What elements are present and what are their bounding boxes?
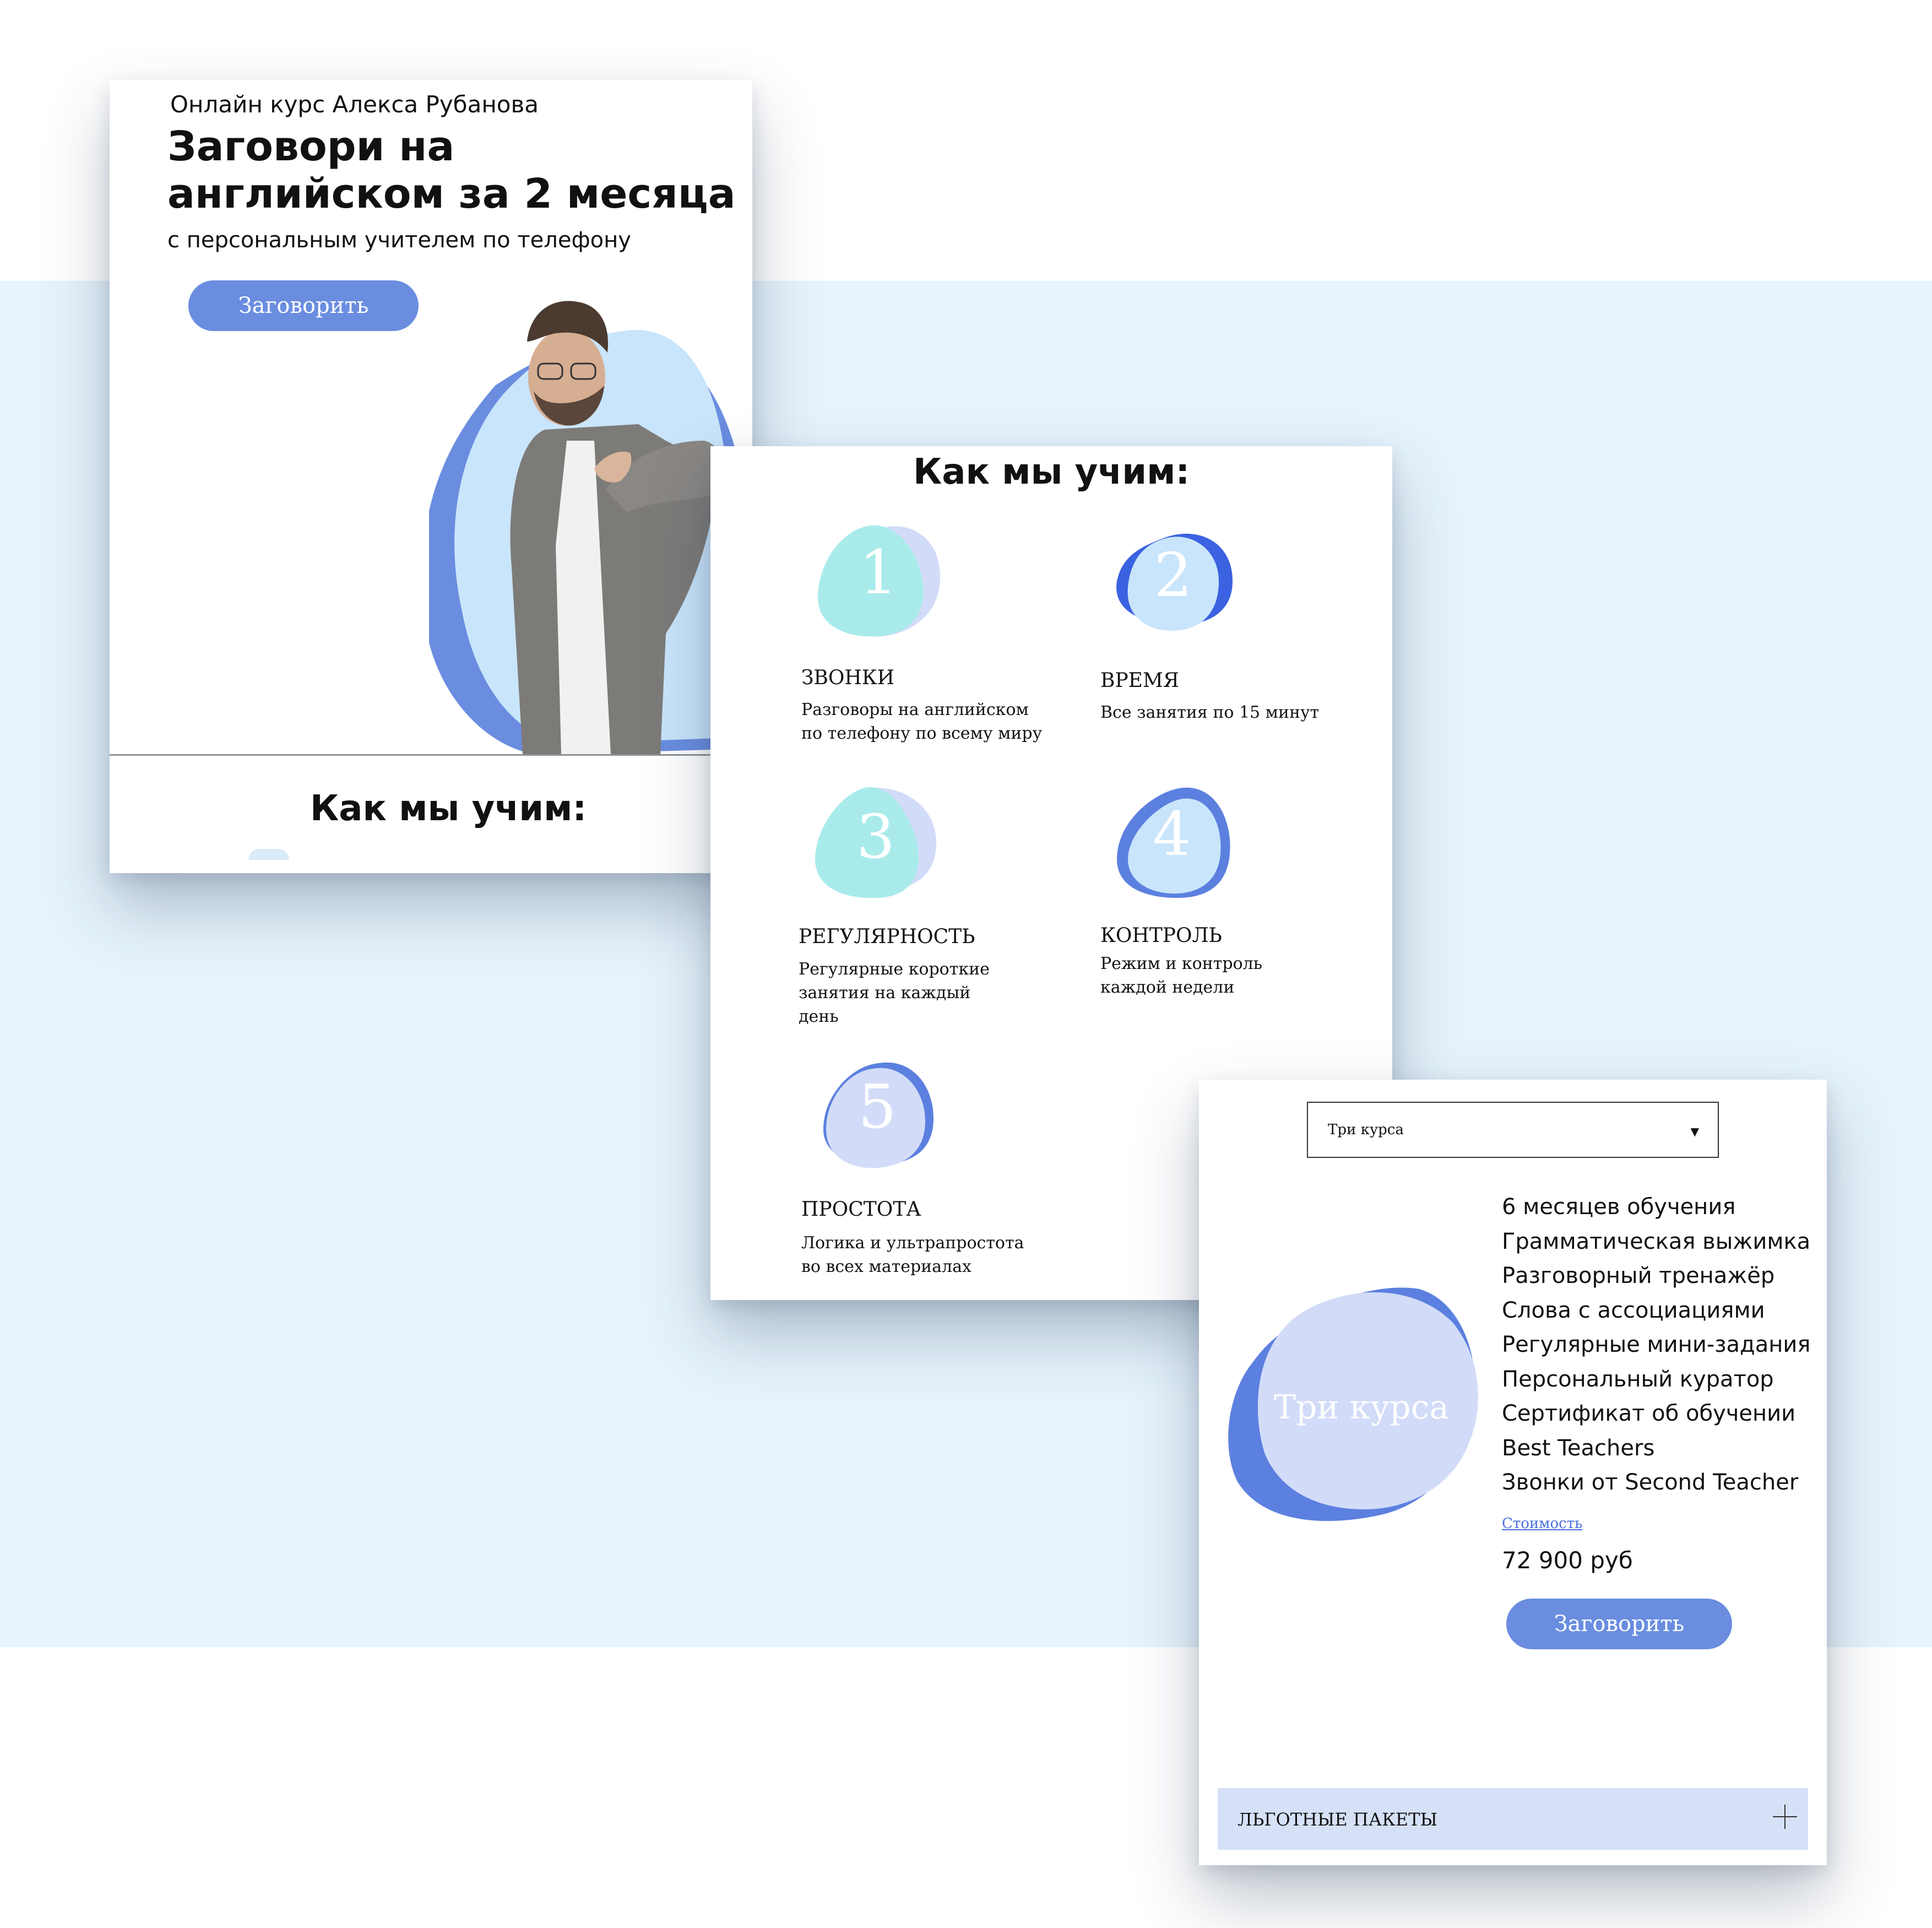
package-select-value: Три курса xyxy=(1328,1122,1404,1138)
feature-item: Разговорный тренажёр xyxy=(1502,1263,1775,1288)
step-number: 2 xyxy=(1154,540,1192,610)
step-number: 5 xyxy=(858,1071,897,1142)
step-description: Все занятия по 15 минут xyxy=(1100,703,1320,722)
pricing-card: Три курса ▼ Три курса 6 месяцев обучения… xyxy=(1199,1080,1827,1865)
feature-item: Регулярные мини-задания xyxy=(1502,1332,1811,1357)
hero-headline: Заговори на английском за 2 месяца xyxy=(167,123,736,218)
start-speaking-button[interactable]: Заговорить xyxy=(188,280,419,331)
course-author: Онлайн курс Алекса Рубанова xyxy=(170,91,539,118)
step-title: ЗВОНКИ xyxy=(801,667,895,689)
package-blob-label: Три курса xyxy=(1273,1388,1450,1427)
feature-item: Персональный куратор xyxy=(1502,1366,1774,1392)
price-link[interactable]: Стоимость xyxy=(1502,1515,1582,1532)
step-description: Разговоры на английском по телефону по в… xyxy=(801,700,1043,743)
feature-item: Слова с ассоциациями xyxy=(1502,1297,1765,1323)
price-value: 72 900 руб xyxy=(1502,1547,1633,1574)
package-features: 6 месяцев обучения Грамматическая выжимк… xyxy=(1502,1190,1810,1500)
teacher-photo xyxy=(429,301,752,755)
step-description: Логика и ультрапростота во всех материал… xyxy=(801,1233,1024,1276)
step-description: Режим и контроль каждой недели xyxy=(1100,954,1262,997)
step-description: Регулярные короткие занятия на каждый де… xyxy=(799,960,990,1026)
how-we-teach-title: Как мы учим: xyxy=(913,452,1190,492)
step-title: РЕГУЛЯРНОСТЬ xyxy=(799,925,975,948)
buy-button[interactable]: Заговорить xyxy=(1506,1599,1732,1649)
step-title: ВРЕМЯ xyxy=(1100,669,1179,692)
plus-icon[interactable] xyxy=(1773,1805,1797,1829)
hero-card: Онлайн курс Алекса Рубанова Заговори на … xyxy=(110,80,752,873)
section-divider xyxy=(110,754,752,756)
chevron-down-icon: ▼ xyxy=(1690,1125,1699,1138)
accordion-label: ЛЬГОТНЫЕ ПАКЕТЫ xyxy=(1238,1809,1438,1830)
feature-item: Best Teachers xyxy=(1502,1435,1655,1461)
how-we-teach-heading: Как мы учим: xyxy=(310,788,587,829)
step-number: 4 xyxy=(1153,799,1191,869)
step-number: 1 xyxy=(859,537,898,608)
blob-peek-icon xyxy=(248,849,289,860)
discount-packages-accordion[interactable]: ЛЬГОТНЫЕ ПАКЕТЫ xyxy=(1218,1788,1808,1850)
feature-item: Грамматическая выжимка xyxy=(1502,1228,1811,1254)
feature-item: Сертификат об обучении xyxy=(1502,1401,1796,1426)
feature-item: Звонки от Second Teacher xyxy=(1502,1470,1799,1495)
step-number: 3 xyxy=(856,801,895,872)
package-select[interactable]: Три курса ▼ xyxy=(1307,1102,1719,1158)
hero-subheadline: с персональным учителем по телефону xyxy=(167,228,631,253)
step-title: ПРОСТОТА xyxy=(801,1198,921,1221)
feature-item: 6 месяцев обучения xyxy=(1502,1194,1736,1220)
step-title: КОНТРОЛЬ xyxy=(1100,924,1222,947)
